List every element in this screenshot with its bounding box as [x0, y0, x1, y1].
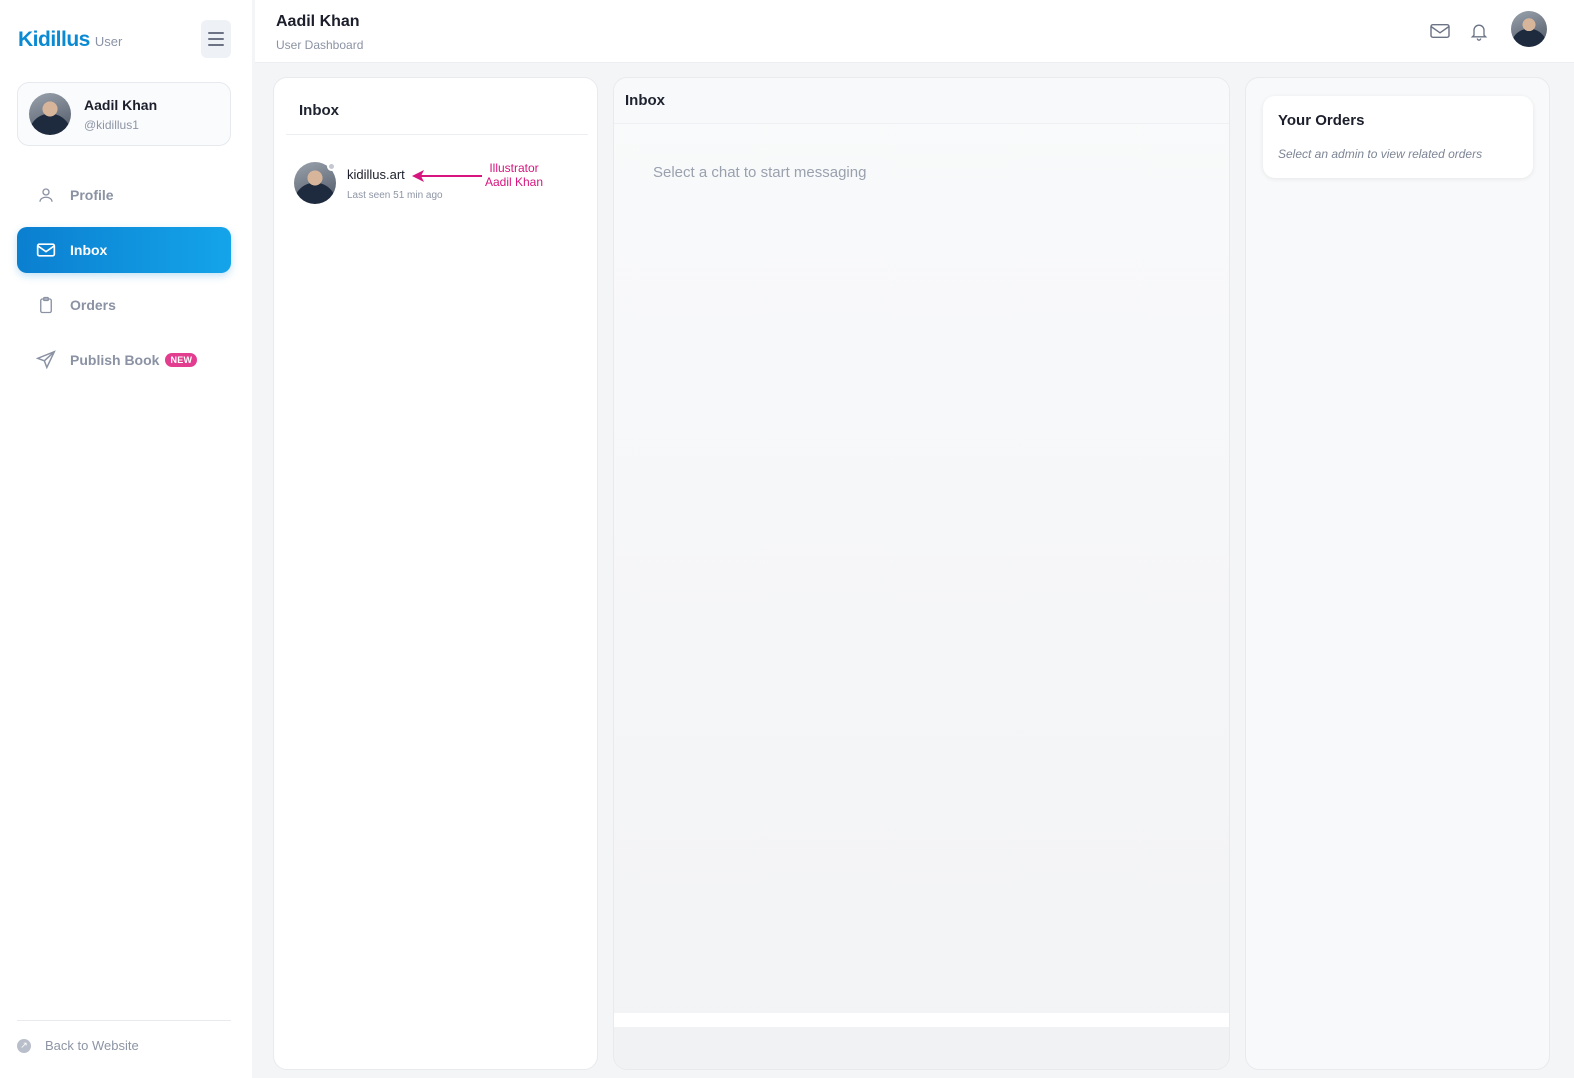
chat-panel: Inbox Select a chat to start messaging — [613, 77, 1230, 1070]
globe-icon: ↗ — [17, 1038, 31, 1053]
send-icon — [36, 350, 56, 370]
user-card[interactable]: Aadil Khan @kidillus1 — [17, 82, 231, 146]
chat-placeholder: Select a chat to start messaging — [653, 164, 867, 181]
sidebar-item-label: Profile — [70, 187, 114, 203]
brand-name: Kidillus — [18, 28, 90, 51]
sidebar-item-label: Publish Book — [70, 352, 160, 368]
sidebar-nav: Profile Inbox Orders Publish Book NEW — [17, 172, 231, 392]
menu-toggle-button[interactable] — [201, 20, 231, 58]
annotation-line-1: Illustrator — [489, 161, 539, 175]
orders-title: Your Orders — [1278, 112, 1365, 129]
orders-panel: Your Orders Select an admin to view rela… — [1245, 77, 1550, 1070]
brand-suffix: User — [94, 34, 123, 49]
header-avatar[interactable] — [1511, 11, 1547, 47]
user-name: Aadil Khan — [84, 96, 158, 113]
sidebar-item-inbox[interactable]: Inbox — [17, 227, 231, 273]
orders-card: Your Orders Select an admin to view rela… — [1263, 96, 1533, 178]
sidebar-divider — [17, 1020, 231, 1021]
orders-subtitle: Select an admin to view related orders — [1278, 147, 1483, 161]
user-handle: @kidillus1 — [84, 117, 139, 132]
chat-composer-bar — [614, 1013, 1229, 1069]
annotation-line-2: Aadil Khan — [484, 175, 544, 189]
mail-icon — [36, 240, 56, 260]
clipboard-icon — [36, 295, 56, 315]
back-link-label: Back to Website — [45, 1038, 139, 1053]
annotation-label: Illustrator Aadil Khan — [478, 161, 550, 189]
user-icon — [36, 185, 56, 205]
divider — [286, 134, 588, 135]
sidebar-item-profile[interactable]: Profile — [17, 172, 231, 218]
top-header: Aadil Khan User Dashboard — [255, 0, 1574, 63]
chat-panel-title: Inbox — [625, 92, 665, 109]
page-subtitle: User Dashboard — [276, 38, 364, 52]
bell-icon[interactable] — [1466, 18, 1492, 44]
sidebar-item-orders[interactable]: Orders — [17, 282, 231, 328]
inbox-list-panel: Inbox kidillus.art Last seen 51 min ago — [273, 77, 598, 1070]
page-title: Aadil Khan — [276, 13, 360, 30]
status-dot — [327, 162, 336, 171]
inbox-list-title: Inbox — [299, 102, 339, 119]
new-badge: NEW — [165, 353, 198, 367]
back-to-website-link[interactable]: ↗ Back to Website — [17, 1038, 139, 1053]
sidebar: Kidillus User Aadil Khan @kidillus1 Prof… — [0, 0, 252, 1078]
mail-icon[interactable] — [1427, 18, 1453, 44]
brand-logo[interactable]: Kidillus User — [18, 28, 122, 52]
sidebar-item-publish-book[interactable]: Publish Book NEW — [17, 337, 231, 383]
sidebar-item-label: Orders — [70, 297, 116, 313]
hamburger-icon — [208, 32, 224, 34]
user-avatar — [29, 93, 71, 135]
chat-last-seen: Last seen 51 min ago — [347, 190, 443, 201]
annotation-arrow — [412, 170, 482, 182]
chat-name: kidillus.art — [347, 167, 405, 182]
chat-panel-header: Inbox — [614, 78, 1229, 124]
sidebar-item-label: Inbox — [70, 242, 108, 258]
